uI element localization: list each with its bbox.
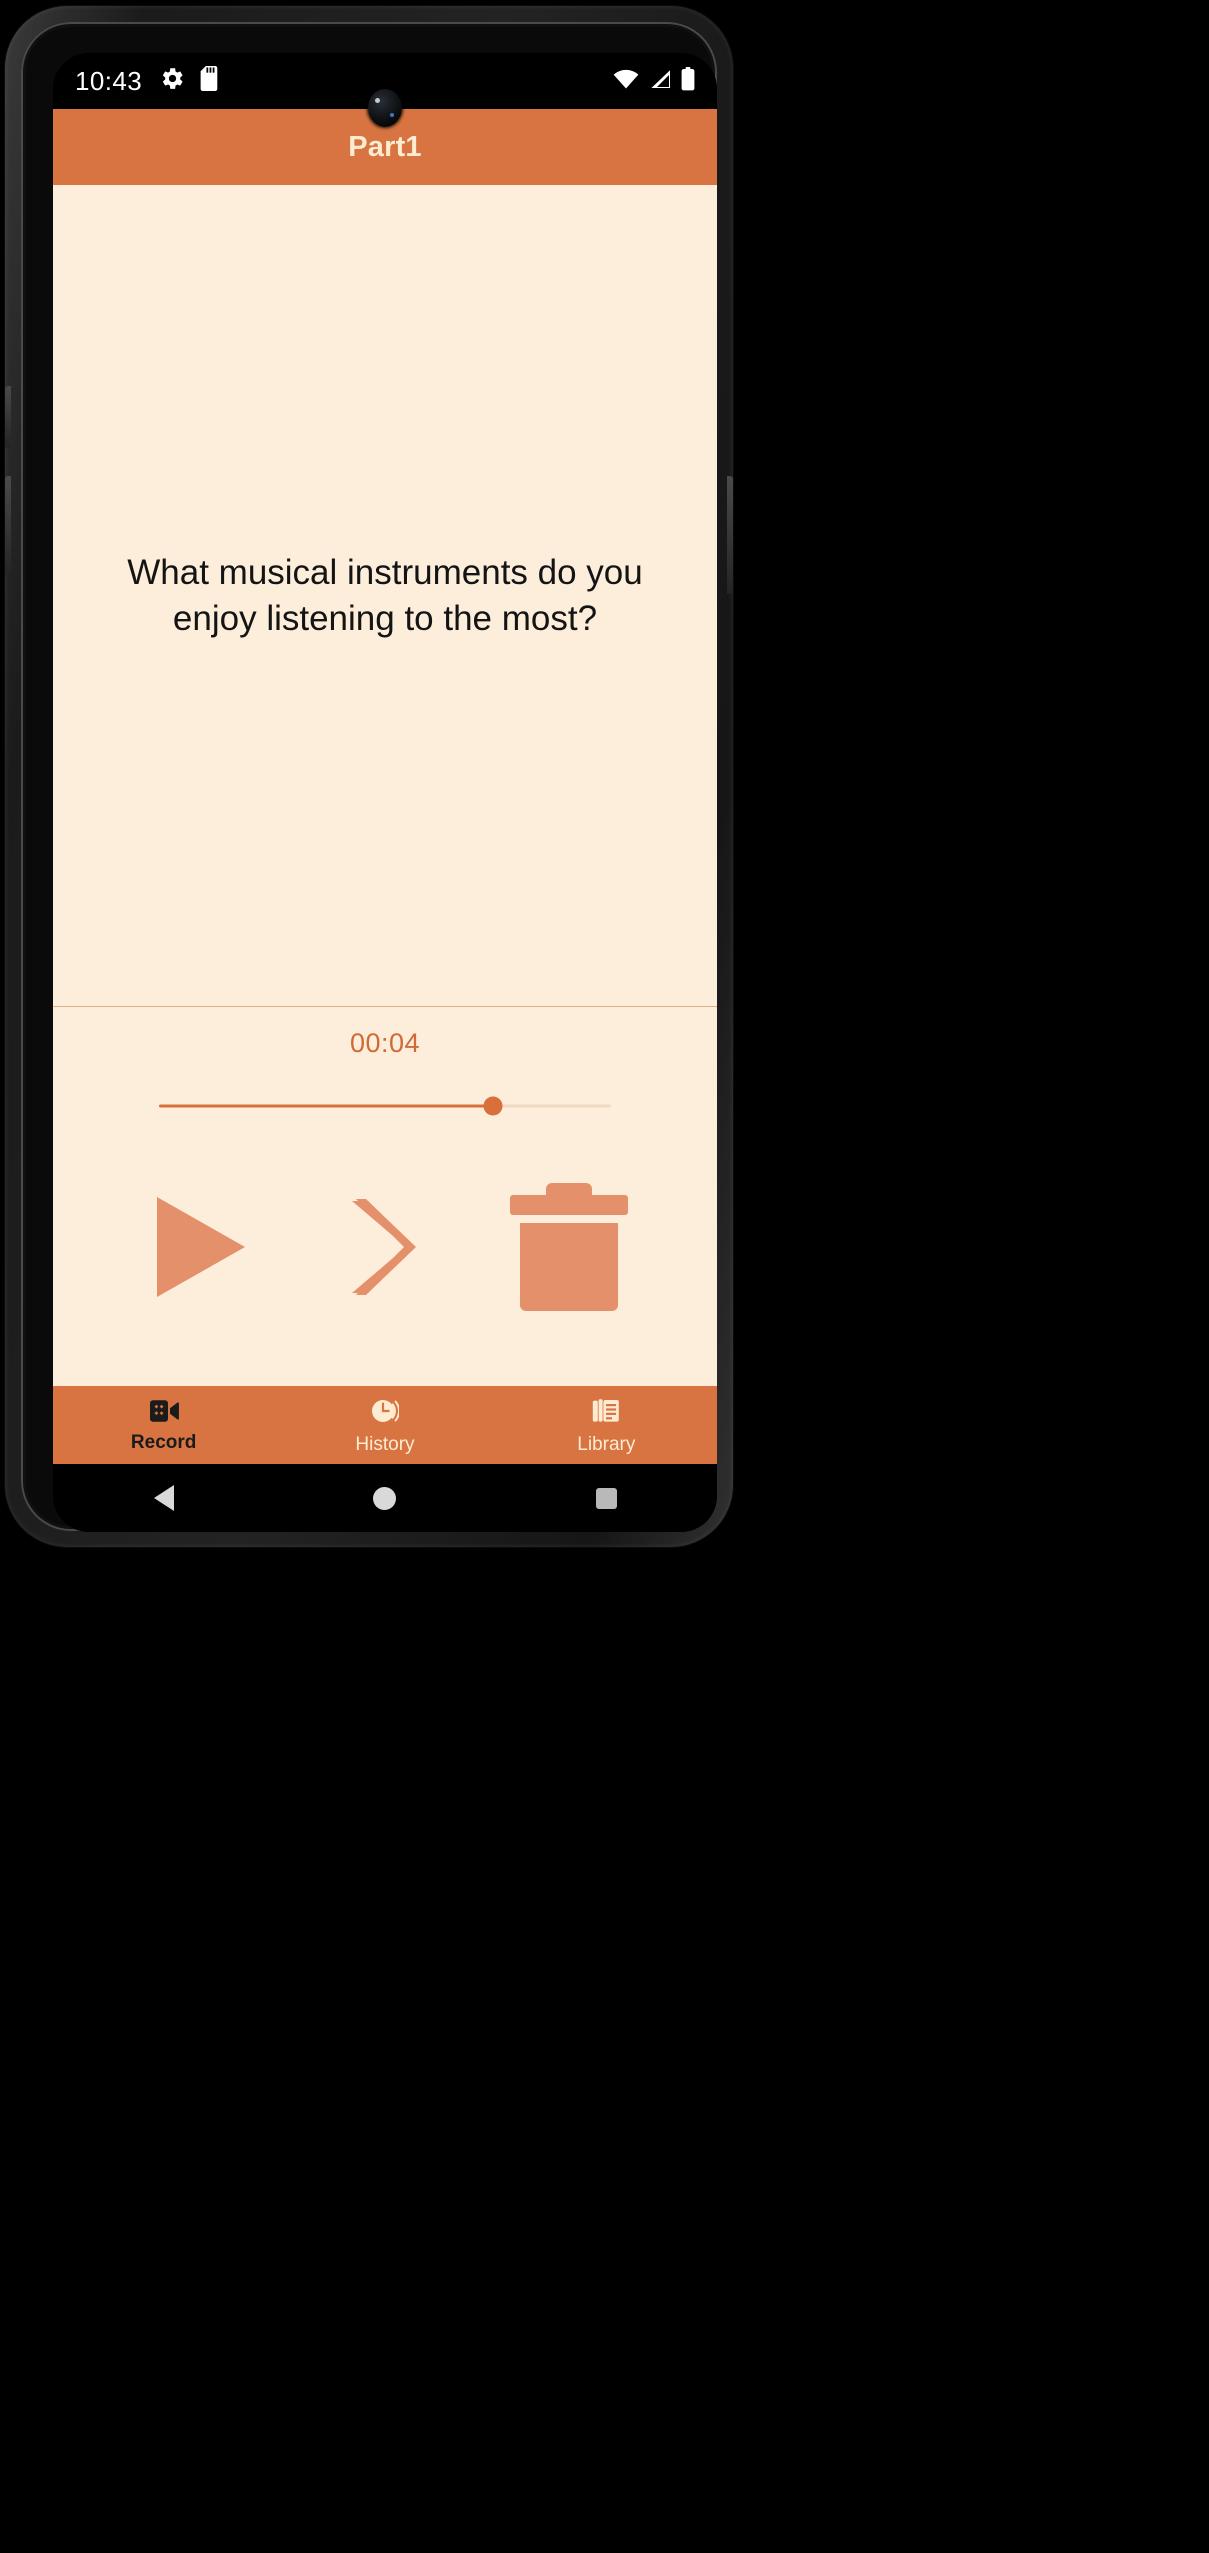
trash-icon	[509, 1181, 628, 1318]
nav-item-library[interactable]: Library	[496, 1386, 717, 1464]
phone-screen: 10:43 Part1 What musical instruments do …	[53, 53, 717, 1532]
status-bar-right-icons	[613, 66, 695, 96]
android-back-button[interactable]	[104, 1464, 224, 1532]
playback-slider[interactable]	[159, 1093, 611, 1119]
android-home-button[interactable]	[325, 1464, 445, 1532]
status-bar-clock: 10:43	[75, 66, 143, 96]
nav-item-history-label: History	[355, 1433, 415, 1455]
home-icon	[373, 1486, 397, 1510]
android-navigation-bar	[53, 1464, 717, 1532]
cellular-signal-icon	[648, 69, 672, 94]
nav-item-record[interactable]: Record	[53, 1386, 274, 1464]
library-books-icon	[592, 1397, 620, 1430]
bottom-navigation: Record History Library	[53, 1386, 717, 1464]
screenshot-canvas: 10:43 Part1 What musical instruments do …	[0, 0, 1209, 2553]
next-button[interactable]	[292, 1195, 478, 1304]
nav-item-record-label: Record	[130, 1431, 197, 1453]
recents-icon	[595, 1487, 617, 1509]
gear-icon	[160, 66, 185, 96]
video-record-icon	[149, 1399, 179, 1428]
question-text: What musical instruments do you enjoy li…	[127, 553, 643, 638]
power-button[interactable]	[727, 476, 733, 594]
android-recents-button[interactable]	[546, 1464, 666, 1532]
main-content: What musical instruments do you enjoy li…	[53, 185, 717, 1386]
delete-button[interactable]	[478, 1181, 659, 1318]
wifi-icon	[613, 69, 639, 94]
page-title: Part1	[348, 130, 422, 163]
battery-icon	[681, 66, 695, 96]
slider-fill	[159, 1104, 494, 1108]
nav-item-library-label: Library	[577, 1433, 636, 1455]
question-area: What musical instruments do you enjoy li…	[53, 185, 717, 1006]
recording-timer: 00:04	[349, 1028, 421, 1058]
phone-device-frame: 10:43 Part1 What musical instruments do …	[5, 6, 733, 1547]
play-button[interactable]	[111, 1195, 292, 1304]
slider-thumb[interactable]	[483, 1096, 503, 1116]
volume-up-button[interactable]	[5, 386, 11, 448]
phone-bezel: 10:43 Part1 What musical instruments do …	[21, 22, 717, 1532]
back-icon	[153, 1485, 174, 1511]
volume-down-button[interactable]	[5, 476, 11, 576]
status-bar-left-icons	[160, 66, 221, 96]
front-camera-cutout	[368, 89, 402, 127]
player-panel: 00:04	[53, 1006, 717, 1386]
playback-controls	[53, 1181, 717, 1318]
sd-card-icon	[199, 66, 221, 96]
chevron-right-icon	[346, 1195, 424, 1304]
clock-history-icon	[371, 1397, 400, 1430]
play-icon	[153, 1195, 249, 1304]
nav-item-history[interactable]: History	[274, 1386, 495, 1464]
